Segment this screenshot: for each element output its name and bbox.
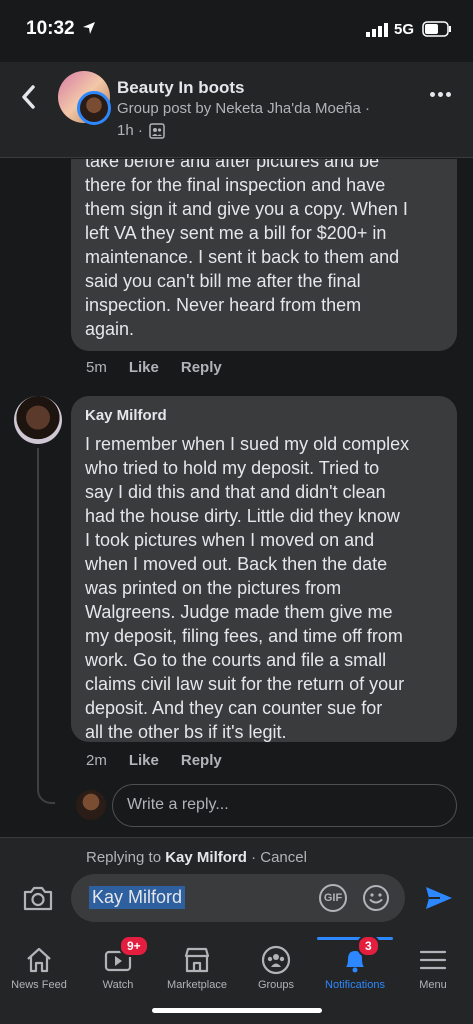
menu-icon [419, 950, 447, 970]
groups-icon [261, 945, 291, 975]
emoji-icon[interactable] [362, 884, 390, 912]
shop-icon [184, 947, 210, 973]
comment-bubble: take before and after pictures and be th… [71, 159, 457, 351]
comment-author[interactable]: Kay Milford [85, 404, 443, 428]
cancel-reply-button[interactable]: · Cancel [251, 849, 307, 866]
more-options-icon[interactable] [430, 92, 451, 97]
post-meta: 1h · [117, 122, 165, 139]
comment-text: take before and after pictures and be th… [85, 159, 408, 339]
status-bar: 10:32 5G [0, 0, 473, 62]
tab-label: Notifications [325, 979, 385, 991]
network-type: 5G [394, 21, 415, 38]
commenter-avatar[interactable] [14, 396, 62, 444]
tab-label: Marketplace [167, 979, 227, 991]
tab-news-feed[interactable]: News Feed [0, 939, 79, 999]
reply-button[interactable]: Reply [181, 752, 222, 769]
reply-composer: Replying to Kay Milford · Cancel Kay Mil… [0, 837, 473, 939]
reply-button[interactable]: Reply [181, 359, 222, 376]
tab-groups[interactable]: Groups [236, 939, 316, 999]
send-icon[interactable] [424, 885, 454, 911]
replying-name: Kay Milford [165, 849, 247, 866]
tab-menu[interactable]: Menu [393, 939, 473, 999]
tab-label: News Feed [11, 979, 67, 991]
gif-icon[interactable]: GIF [319, 884, 347, 912]
tab-marketplace[interactable]: Marketplace [157, 939, 237, 999]
thread-line [37, 448, 55, 804]
tab-label: Groups [257, 979, 295, 991]
back-arrow-icon[interactable] [18, 84, 40, 110]
group-title[interactable]: Beauty In boots [117, 78, 245, 98]
comment-actions: 5m Like Reply [86, 359, 222, 376]
comment-time: 2m [86, 752, 107, 769]
notifications-badge: 3 [357, 935, 380, 957]
replying-prefix: Replying to [86, 849, 162, 866]
watch-badge: 9+ [119, 935, 149, 957]
comments-thread: take before and after pictures and be th… [0, 159, 473, 837]
status-time: 10:32 [26, 18, 75, 39]
post-header: Beauty In boots Group post by Neketa Jha… [0, 62, 473, 158]
tab-watch[interactable]: 9+ Watch [78, 935, 158, 999]
post-time: 1h · [117, 122, 143, 139]
like-button[interactable]: Like [129, 359, 159, 376]
poster-avatar[interactable] [77, 91, 111, 125]
signal-icon [366, 23, 388, 37]
home-indicator [152, 1008, 322, 1013]
comment-input[interactable]: Kay Milford GIF [71, 874, 405, 922]
battery-icon [422, 21, 451, 37]
like-button[interactable]: Like [129, 752, 159, 769]
location-arrow-icon [83, 22, 95, 34]
replying-to-label: Replying to Kay Milford · Cancel [86, 849, 307, 866]
write-reply-input[interactable]: Write a reply... [112, 784, 457, 827]
home-icon [27, 947, 51, 973]
comment-actions: 2m Like Reply [86, 752, 222, 769]
tab-label: Menu [419, 979, 447, 991]
camera-icon[interactable] [22, 884, 54, 912]
comment-text: I remember when I sued my old complex wh… [85, 434, 410, 742]
tab-notifications[interactable]: 3 Notifications [315, 935, 395, 999]
current-user-avatar [76, 790, 106, 820]
comment-bubble: Kay Milford I remember when I sued my ol… [71, 396, 457, 742]
group-privacy-icon [149, 122, 165, 139]
mention-tag[interactable]: Kay Milford [89, 886, 186, 909]
tab-label: Watch [102, 979, 134, 991]
comment-time: 5m [86, 359, 107, 376]
group-post-author[interactable]: Group post by Neketa Jha'da Moeña · [117, 100, 370, 117]
